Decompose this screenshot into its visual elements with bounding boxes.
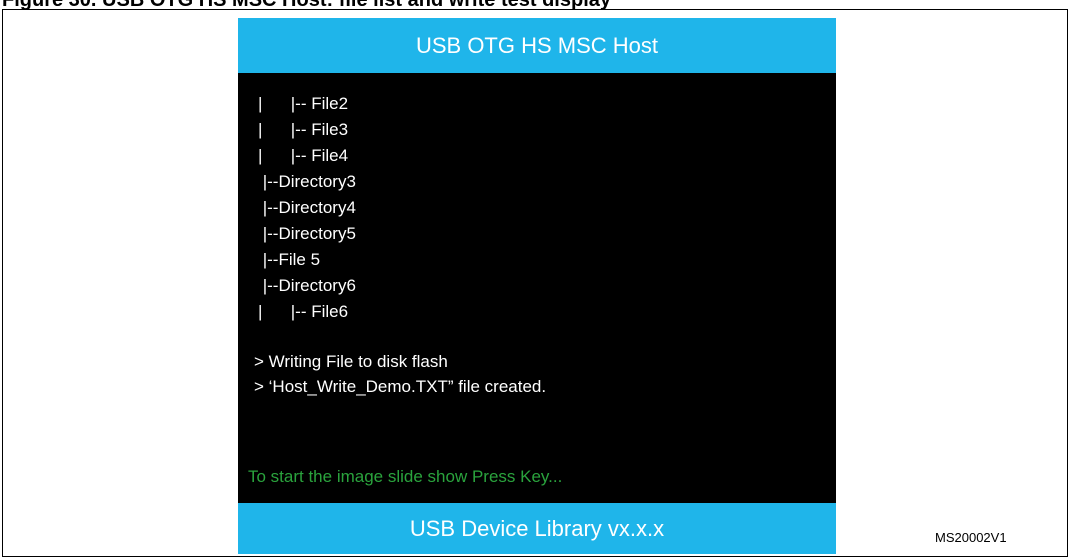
status-log: > Writing File to disk flash > ‘Host_Wri… <box>254 349 546 399</box>
lcd-screen: USB OTG HS MSC Host | |-- File2 | |-- Fi… <box>238 18 836 554</box>
file-tree: | |-- File2 | |-- File3 | |-- File4 |--D… <box>258 91 356 325</box>
reference-code: MS20002V1 <box>935 530 1007 545</box>
tree-line: |--Directory4 <box>258 198 356 217</box>
tree-line: | |-- File2 <box>258 94 349 113</box>
key-prompt: To start the image slide show Press Key.… <box>248 467 563 486</box>
tree-line: |--Directory6 <box>258 276 356 295</box>
header-title: USB OTG HS MSC Host <box>238 18 836 73</box>
tree-line: | |-- File6 <box>258 302 349 321</box>
log-line: > Writing File to disk flash <box>254 352 448 371</box>
tree-line: |--Directory3 <box>258 172 356 191</box>
log-line: > ‘Host_Write_Demo.TXT” file created. <box>254 377 547 396</box>
tree-line: |--File 5 <box>258 250 321 269</box>
footer-title: USB Device Library vx.x.x <box>238 503 836 554</box>
tree-line: |--Directory5 <box>258 224 356 243</box>
tree-line: | |-- File4 <box>258 146 349 165</box>
tree-line: | |-- File3 <box>258 120 349 139</box>
